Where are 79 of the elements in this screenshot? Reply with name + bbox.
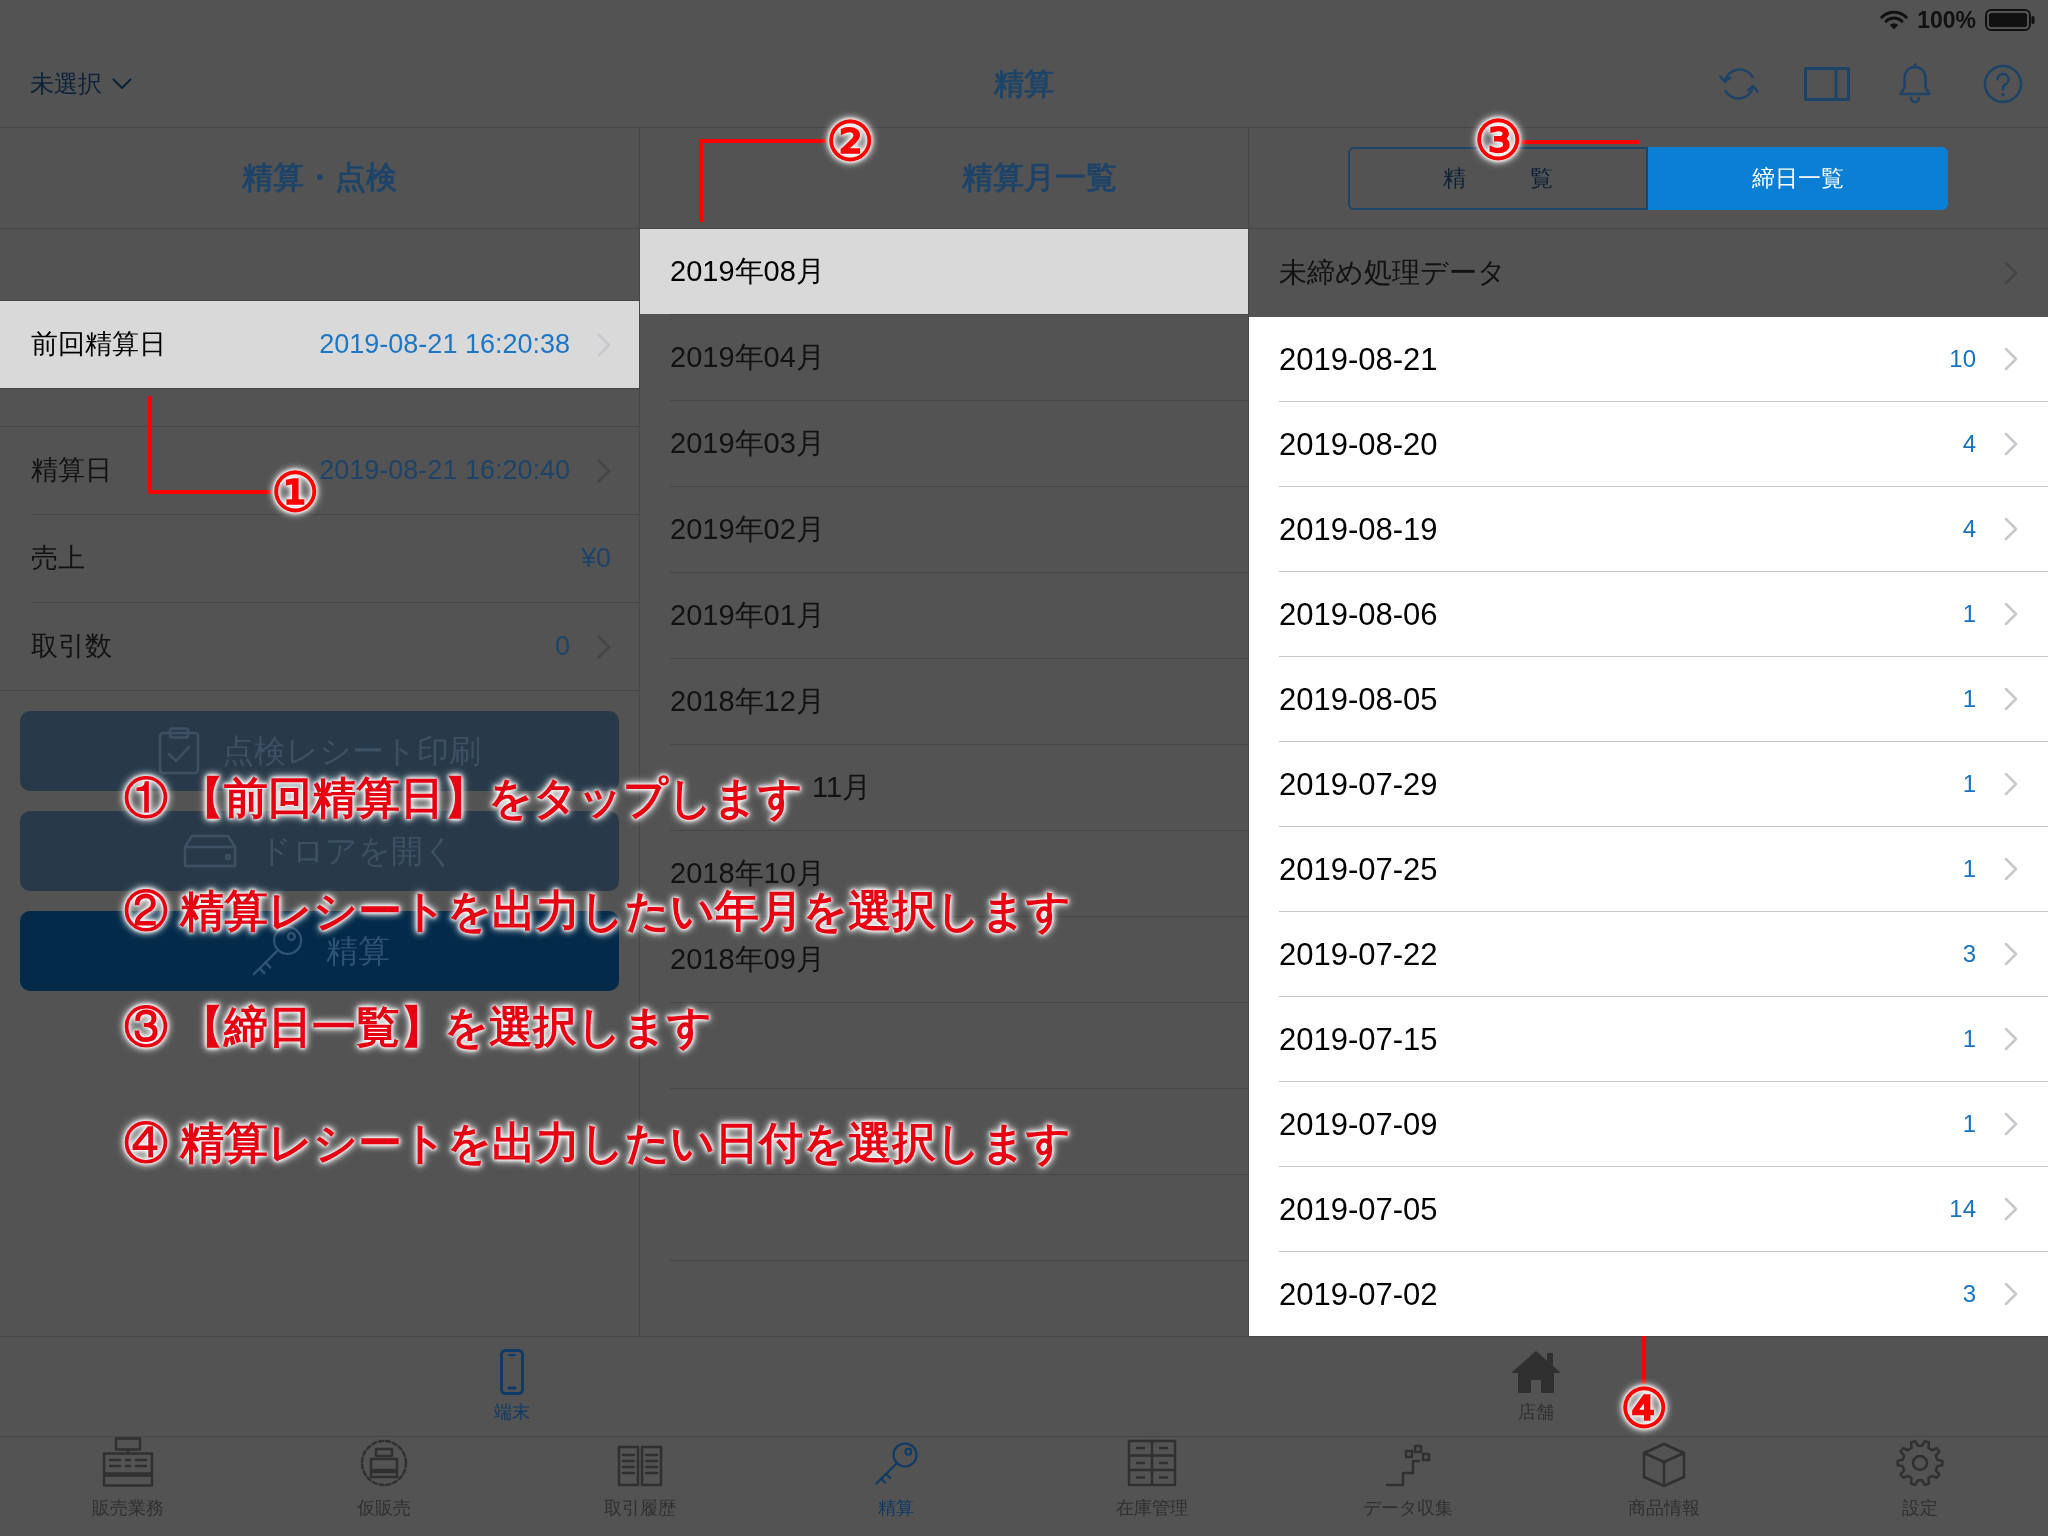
row-count: 1 [1962,772,1976,796]
settlement-row[interactable]: 前回精算日 2019-08-21 16:20:38 [0,301,639,388]
chevron-icon [2004,1027,2018,1051]
chevron-icon [2004,942,2018,966]
month-row[interactable]: 2019年08月 [640,229,1248,314]
dashed-register-icon [360,1439,408,1487]
chevron-icon [2004,1112,2018,1136]
phone-icon [500,1349,524,1395]
chevron-icon [2004,517,2018,541]
cabinet-icon [1127,1439,1177,1487]
step-number-marker: ② [826,117,874,165]
tab-button[interactable]: 精算 [867,1437,925,1529]
house-icon [1510,1349,1562,1395]
clipboard-check-icon [158,727,200,775]
month-label[interactable]: 2019年01月 [670,601,825,630]
month-label[interactable]: 2018年10月 [670,859,825,888]
chevron-icon [2004,687,2018,711]
row-date[interactable]: 2019-07-22 [1279,938,1438,970]
step-chart-icon [1385,1443,1431,1487]
chevron-icon [2004,772,2018,796]
book-icon [617,1445,663,1487]
chevron-icon [2004,1282,2018,1306]
row-date[interactable]: 2019-08-05 [1279,683,1438,715]
row-label: 売上 [31,542,85,576]
tab-button[interactable]: 端末 [488,1337,536,1436]
row-label[interactable]: 取引数 [31,626,112,667]
row-count: 1 [1962,1027,1976,1051]
row-date[interactable]: 2019-07-15 [1279,1023,1438,1055]
row-count: 1 [1962,1112,1976,1136]
row-count: 10 [1949,347,1976,371]
row-count: 3 [1962,1282,1976,1306]
wifi-icon [1880,10,1909,30]
row-count: 4 [1962,517,1976,541]
row-label[interactable]: 精算日 [31,450,112,491]
row-count: 1 [1962,687,1976,711]
step-number-marker: ① [271,468,319,516]
row-count: 3 [1962,942,1976,966]
cash-register-icon [102,1437,154,1487]
row-date[interactable]: 2019-08-19 [1279,513,1438,545]
row-label: 前回精算日 [31,328,166,362]
key-icon [873,1441,919,1487]
step-number-marker: ④ [1620,1384,1668,1432]
month-label[interactable]: 2019年04月 [670,343,825,372]
segment-tab[interactable]: 締日一覧 [1648,146,1948,210]
month-label[interactable]: 2019年03月 [670,429,825,458]
row-count: 14 [1949,1197,1976,1221]
caret-icon [112,77,132,90]
row-date[interactable]: 2019-08-20 [1279,428,1438,460]
row-label[interactable]: 未締め処理データ [1279,252,1506,294]
row-date[interactable]: 2019-07-02 [1279,1278,1438,1310]
box-icon [1641,1441,1687,1487]
month-label[interactable]: 2018年12月 [670,687,825,716]
panel-icon[interactable] [1804,66,1850,101]
chevron-icon [2004,857,2018,881]
row-count: 4 [1962,432,1976,456]
row-count: 1 [1962,602,1976,626]
row-date[interactable]: 2019-07-25 [1279,853,1438,885]
settings-icon [1896,1439,1944,1487]
month-label[interactable]: 2019年02月 [670,515,825,544]
chevron-icon [2004,602,2018,626]
row-date[interactable]: 2019-07-29 [1279,768,1438,800]
battery-icon [1985,9,2035,31]
bell-icon[interactable] [1898,62,1932,105]
store-selector[interactable]: 未選択 [30,65,132,102]
month-label[interactable]: 2019年08月 [670,257,825,286]
row-value: 2019-08-21 16:20:38 [319,328,570,362]
help-icon[interactable] [1983,63,2023,104]
row-date[interactable]: 2019-07-05 [1279,1193,1438,1225]
tray-icon [183,834,237,868]
battery-percentage: 100% [1917,8,1976,32]
chevron-icon [2004,1197,2018,1221]
chevron-icon [2004,432,2018,456]
month-label[interactable]: 2018年09月 [670,945,825,974]
chevron-icon [2004,347,2018,371]
row-date[interactable]: 2019-07-09 [1279,1108,1438,1140]
row-date[interactable]: 2019-08-21 [1279,343,1438,375]
month-label[interactable]: 11月 [812,773,872,802]
row-date[interactable]: 2019-08-06 [1279,598,1438,630]
row-count: 1 [1962,857,1976,881]
